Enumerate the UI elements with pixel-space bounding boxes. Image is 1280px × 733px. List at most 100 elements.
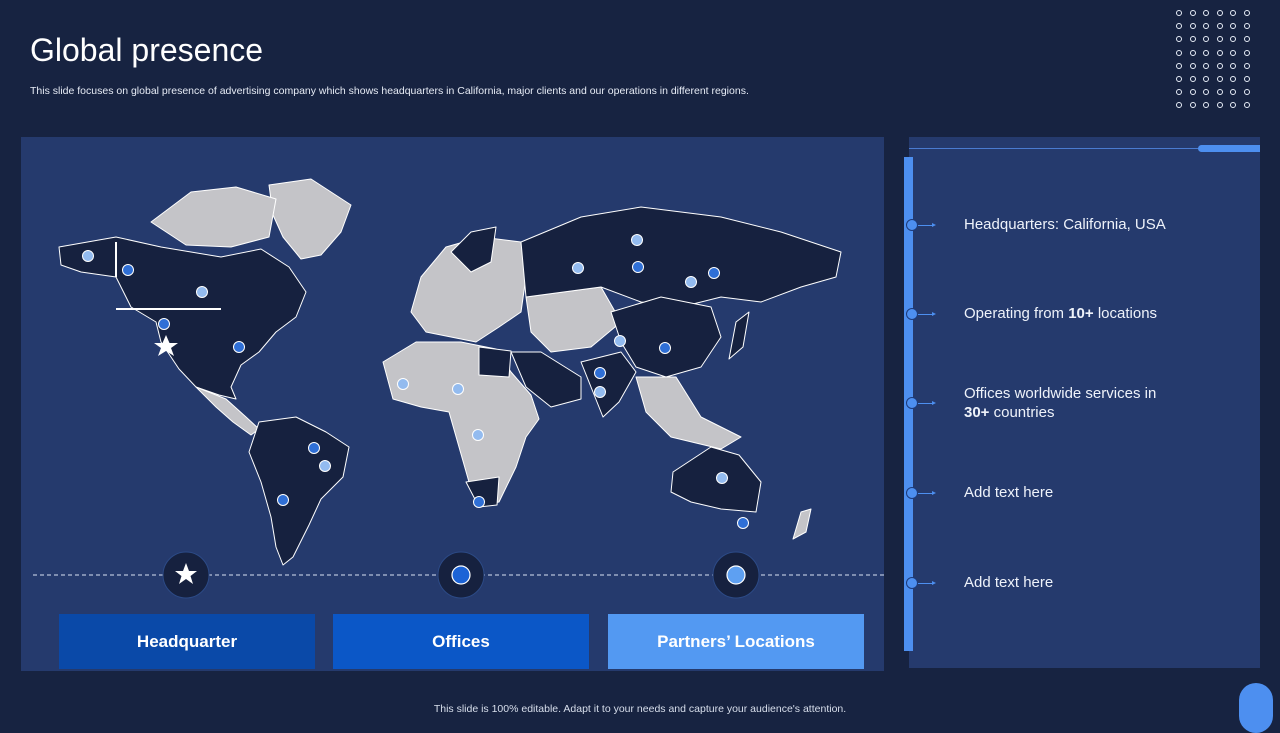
india — [580, 351, 637, 418]
arrow-icon — [918, 491, 936, 495]
timeline-node — [906, 308, 918, 320]
info-item-locations: Operating from 10+ locations — [964, 304, 1157, 323]
dot — [1216, 89, 1223, 96]
africa — [382, 341, 540, 506]
dot — [1189, 23, 1196, 30]
office-location-marker — [308, 442, 320, 454]
dot — [1203, 36, 1209, 43]
dot — [1243, 62, 1250, 69]
dot — [1230, 49, 1236, 56]
arctic-islands — [150, 186, 277, 248]
partner-location-marker — [397, 378, 409, 390]
dot — [1230, 75, 1236, 82]
dot — [1216, 102, 1223, 109]
timeline-node — [906, 577, 918, 589]
australia — [670, 446, 762, 513]
dot — [1176, 49, 1182, 56]
dot — [1203, 49, 1209, 56]
partner-location-marker — [472, 429, 484, 441]
dot — [1189, 102, 1196, 109]
central-asia — [525, 286, 622, 353]
dot — [1243, 102, 1250, 109]
partner-location-marker — [631, 234, 643, 246]
dot — [1230, 23, 1236, 30]
arrow-icon — [918, 581, 936, 585]
legend-offices: Offices — [333, 614, 589, 669]
info-panel: Headquarters: California, USA Operating … — [904, 137, 1260, 668]
dot — [1230, 89, 1236, 96]
dot — [1189, 49, 1196, 56]
dot — [1189, 62, 1196, 69]
dot — [1230, 62, 1236, 69]
text: Operating from — [964, 305, 1069, 322]
dot — [1203, 89, 1209, 96]
locations-count: 10+ — [1068, 305, 1094, 322]
office-location-marker — [122, 264, 134, 276]
partner-location-marker — [716, 472, 728, 484]
top-divider — [909, 148, 1204, 149]
new-zealand — [792, 508, 812, 540]
dot — [1243, 23, 1250, 30]
info-item-countries: Offices worldwide services in 30+ countri… — [964, 384, 1156, 422]
dot — [1216, 10, 1223, 16]
dot — [1216, 75, 1223, 82]
arrow-icon — [918, 401, 936, 405]
arrow-icon — [918, 223, 936, 227]
footer-note: This slide is 100% editable. Adapt it to… — [433, 703, 847, 715]
text: countries — [989, 404, 1055, 421]
dot — [1176, 89, 1182, 96]
dot — [1203, 75, 1209, 82]
dot — [1176, 36, 1182, 43]
partner-location-marker — [452, 383, 464, 395]
dot — [1176, 75, 1182, 82]
text: Offices worldwide services in — [964, 385, 1157, 402]
southeast-asia — [635, 376, 742, 450]
dot — [1189, 36, 1196, 43]
info-item-placeholder: Add text here — [964, 574, 1054, 591]
dot — [1243, 36, 1250, 43]
office-location-marker — [708, 267, 720, 279]
dot — [1216, 23, 1223, 30]
dot — [1189, 10, 1196, 16]
egypt-libya — [478, 346, 512, 378]
dot — [1243, 10, 1250, 16]
timeline-node — [906, 219, 918, 231]
dot — [1189, 89, 1196, 96]
dot-grid-decoration — [1176, 10, 1257, 116]
dot — [1216, 62, 1223, 69]
dot — [1176, 23, 1182, 30]
world-map — [33, 178, 884, 599]
office-location-marker — [233, 341, 245, 353]
partner-location-marker — [82, 250, 94, 262]
dot — [1176, 102, 1182, 109]
info-item-placeholder: Add text here — [964, 484, 1054, 501]
dot — [1203, 23, 1209, 30]
arrow-icon — [918, 312, 936, 316]
dot — [1203, 62, 1209, 69]
dot — [1216, 49, 1223, 56]
dot — [1243, 89, 1250, 96]
dot — [1203, 10, 1209, 16]
office-location-marker — [158, 318, 170, 330]
partner-location-marker — [594, 386, 606, 398]
office-location-marker — [277, 494, 289, 506]
office-location-marker — [594, 367, 606, 379]
office-location-marker — [737, 517, 749, 529]
dot — [1230, 36, 1236, 43]
dot — [1230, 10, 1236, 16]
south-america — [248, 416, 350, 566]
dot — [1243, 75, 1250, 82]
top-accent-bar — [1198, 145, 1260, 152]
page-title: Global presence — [30, 32, 264, 68]
info-item-headquarters: Headquarters: California, USA — [964, 216, 1166, 233]
office-location-marker — [473, 496, 485, 508]
world-map-panel: Headquarter Offices Partners’ Locations — [21, 137, 884, 671]
office-location-marker — [659, 342, 671, 354]
partner-location-marker — [685, 276, 697, 288]
countries-count: 30+ — [964, 404, 990, 421]
north-america — [58, 236, 307, 400]
partner-location-marker — [572, 262, 584, 274]
timeline-node — [906, 397, 918, 409]
greenland — [268, 178, 352, 260]
partner-location-marker — [196, 286, 208, 298]
